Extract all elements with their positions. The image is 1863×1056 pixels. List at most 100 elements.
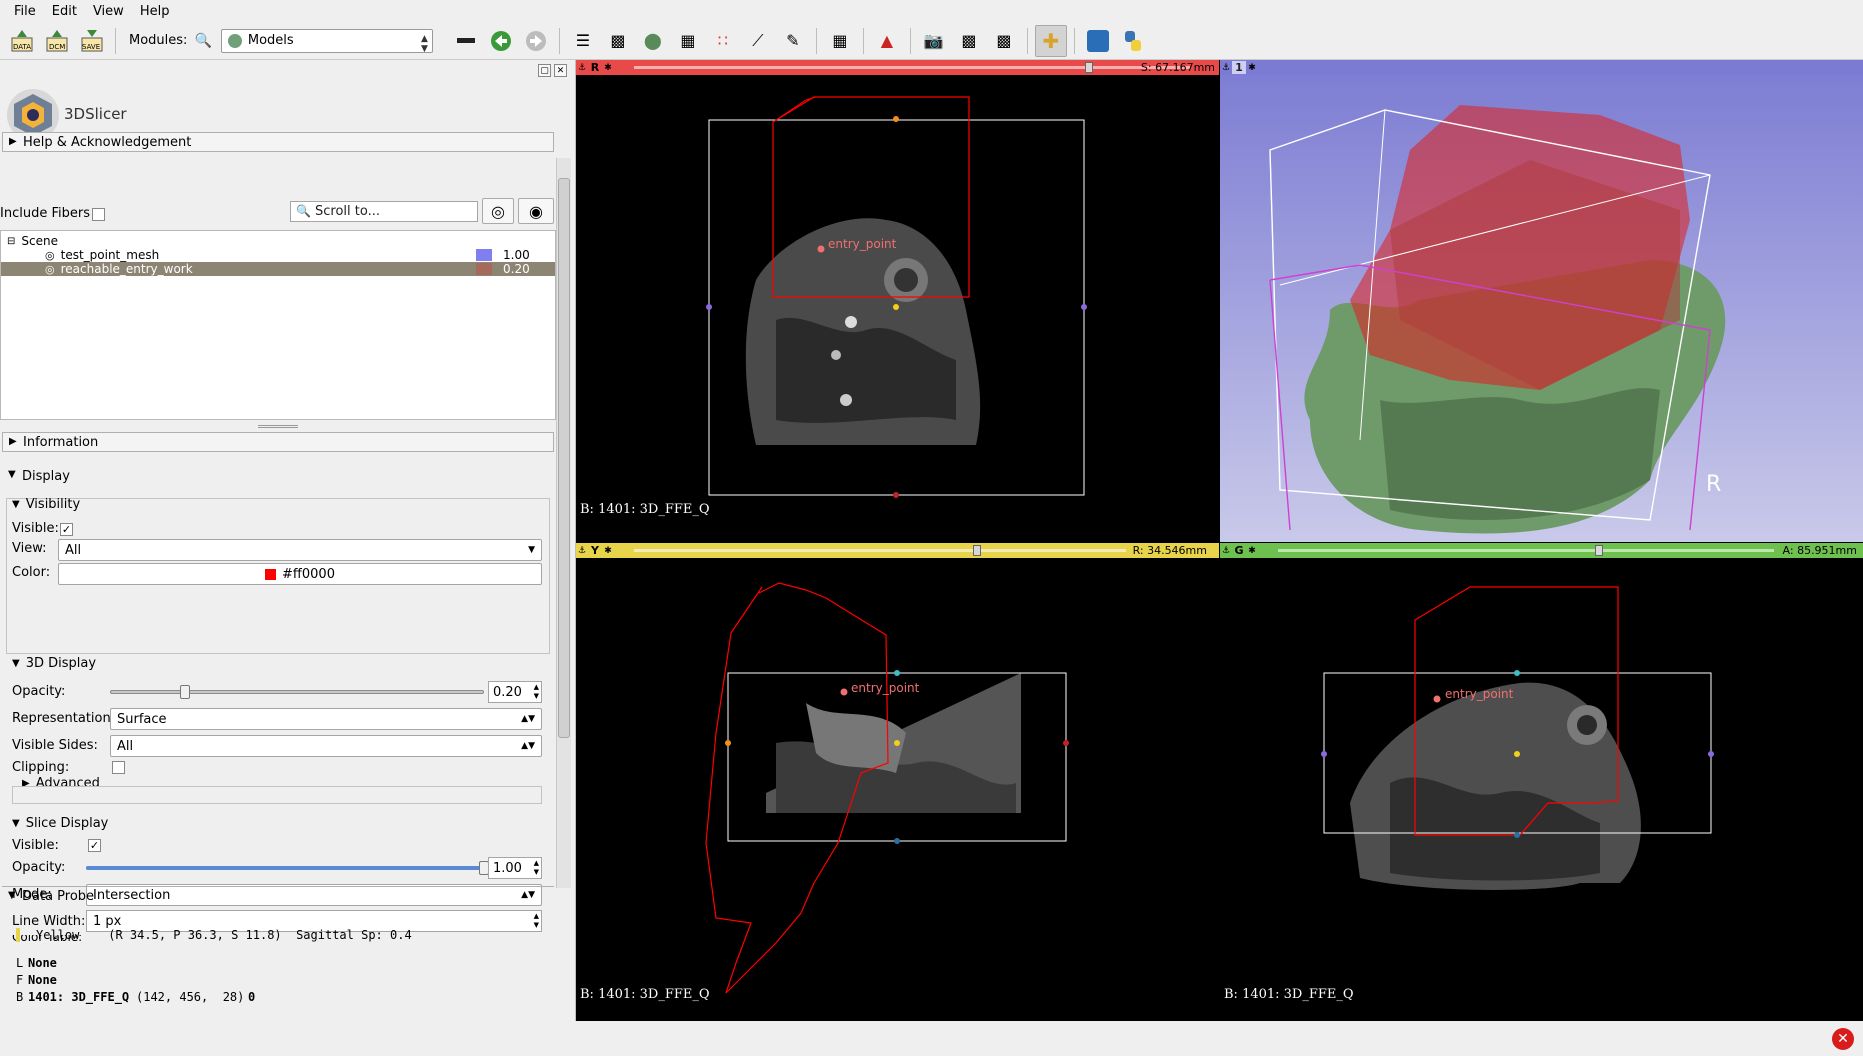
- slice-display-group-header[interactable]: ▼ Slice Display: [12, 816, 108, 831]
- help-acknowledgement-section[interactable]: ▶ Help & Acknowledgement: [2, 132, 554, 152]
- opacity-slider[interactable]: [110, 690, 484, 694]
- transforms-module-button[interactable]: ▦: [672, 25, 704, 57]
- tree-row[interactable]: ◎ reachable_entry_work 0.20: [1, 262, 555, 276]
- model-color-swatch[interactable]: [476, 249, 492, 261]
- load-data-button[interactable]: DATA: [6, 25, 38, 57]
- opacity-label: Opacity:: [12, 684, 66, 699]
- display-section[interactable]: ▼ Display: [2, 466, 554, 486]
- visible-sides-selector[interactable]: All ▲▼: [110, 735, 542, 757]
- screenshot-button[interactable]: 📷: [918, 25, 950, 57]
- scene-view-button[interactable]: ▩: [953, 25, 985, 57]
- slice-visible-checkbox[interactable]: ✓: [88, 839, 101, 852]
- display3d-group-header[interactable]: ▼ 3D Display: [12, 656, 96, 671]
- clipping-checkbox[interactable]: [112, 761, 125, 774]
- editor-module-button[interactable]: ✎: [777, 25, 809, 57]
- section-title: Display: [22, 468, 70, 484]
- model-opacity[interactable]: 1.00: [503, 248, 530, 262]
- red-slice-render: [706, 96, 1087, 498]
- float-icon[interactable]: ▢: [538, 64, 551, 77]
- advanced-group-frame: [12, 786, 542, 804]
- information-section[interactable]: ▶ Information: [2, 432, 554, 452]
- model-opacity[interactable]: 0.20: [503, 262, 530, 276]
- splitter-handle[interactable]: [258, 425, 298, 428]
- clipping-label: Clipping:: [12, 760, 70, 775]
- load-dicom-button[interactable]: DCM: [41, 25, 73, 57]
- crosshair-button[interactable]: ▲: [871, 25, 903, 57]
- segment-module-button[interactable]: ⟋: [742, 25, 774, 57]
- model-visibility-icon[interactable]: ◎: [45, 263, 55, 276]
- close-icon[interactable]: ✕: [554, 64, 567, 77]
- menu-file[interactable]: File: [6, 2, 44, 21]
- green-slice-view[interactable]: ⚓ G ✱ A: 85.951mm entry_point B: 1401: 3…: [1220, 543, 1863, 1021]
- collapse-icon: ▼: [12, 658, 20, 669]
- visible-checkbox[interactable]: ✓: [60, 523, 73, 536]
- volumes-module-button[interactable]: ▩: [602, 25, 634, 57]
- representation-selector[interactable]: Surface ▲▼: [110, 708, 542, 730]
- forward-button[interactable]: [520, 25, 552, 57]
- collapse-icon: ▼: [12, 499, 20, 510]
- transform-icon: ▦: [680, 31, 696, 50]
- group-title: 3D Display: [25, 656, 97, 671]
- save-button[interactable]: SAVE: [76, 25, 108, 57]
- entry-point-label[interactable]: entry_point: [828, 237, 896, 251]
- visibility-toggle-button[interactable]: ◉: [518, 198, 554, 224]
- tree-row[interactable]: ◎ test_point_mesh 1.00: [1, 248, 555, 262]
- scrollbar-thumb[interactable]: [558, 178, 570, 738]
- color-value: #ff0000: [282, 566, 335, 582]
- probe-yellow-marker: [16, 928, 20, 942]
- layout-button[interactable]: ▦: [824, 25, 856, 57]
- tree-row[interactable]: ⊟ Scene: [1, 234, 555, 248]
- panel-scrollbar[interactable]: [556, 158, 571, 888]
- data-probe-section[interactable]: ▼ Data Probe: [2, 886, 554, 906]
- line-width-label: Line Width:: [12, 914, 86, 929]
- view-label: View:: [12, 541, 47, 556]
- chevron-updown-icon: ▲▼: [420, 33, 428, 54]
- extension-icon: [1086, 29, 1109, 52]
- view-selector[interactable]: All ▼: [58, 539, 542, 561]
- python-icon: [1124, 30, 1141, 51]
- opacity-slider-handle[interactable]: [179, 685, 190, 699]
- module-panel: ▢ ✕ 3DSlicer ▶ Help & Acknowledgement In…: [0, 60, 576, 1056]
- back-button[interactable]: [485, 25, 517, 57]
- models-module-button[interactable]: ⬤: [637, 25, 669, 57]
- chevron-updown-icon: ▲▼: [521, 741, 535, 751]
- chevron-down-icon: ▼: [528, 545, 535, 555]
- module-selector[interactable]: Models ▲ ▼: [220, 28, 433, 54]
- restore-view-button[interactable]: ▩: [988, 25, 1020, 57]
- menu-view[interactable]: View: [85, 2, 132, 21]
- opacity-spinbox[interactable]: 0.20 ▲ ▼: [488, 681, 542, 703]
- collapse-icon: ▼: [8, 469, 16, 480]
- place-fiducial-button[interactable]: ✚: [1034, 24, 1067, 57]
- toolbar-separator: [862, 27, 864, 54]
- model-name: test_point_mesh: [60, 248, 160, 262]
- slice-opacity-spinbox[interactable]: 1.00 ▲ ▼: [488, 857, 542, 879]
- show-hidden-button[interactable]: ◎: [482, 198, 514, 224]
- entry-point-label[interactable]: entry_point: [1445, 687, 1513, 701]
- entry-point-label[interactable]: entry_point: [851, 681, 919, 695]
- python-console-button[interactable]: [1117, 25, 1149, 57]
- scene-tree[interactable]: ⊟ Scene ◎ test_point_mesh 1.00 ◎ reachab…: [0, 230, 556, 420]
- visible-sides-label: Visible Sides:: [12, 738, 98, 753]
- include-fibers-checkbox[interactable]: [92, 208, 105, 221]
- markups-module-button[interactable]: ∷: [707, 25, 739, 57]
- spin-arrows-icon: ▲ ▼: [533, 859, 539, 876]
- red-slice-view[interactable]: ⚓ R ✱ S: 67.167mm entry_point B: 1401: 3…: [576, 60, 1219, 542]
- 3d-view[interactable]: ⚓ 1 ✱ R: [1220, 60, 1863, 542]
- menu-help[interactable]: Help: [132, 2, 178, 21]
- model-visibility-icon[interactable]: ◎: [45, 249, 55, 262]
- module-search-icon[interactable]: 🔍: [194, 33, 211, 49]
- green-slice-render: [1321, 586, 1714, 890]
- arrow-left-icon: [490, 30, 511, 51]
- model-color-swatch[interactable]: [476, 263, 492, 275]
- expand-icon: ▶: [9, 436, 17, 447]
- yellow-slice-view[interactable]: ⚓ Y ✱ R: 34.546mm entry_point B: 1401: 3…: [576, 543, 1219, 1021]
- visibility-group-header[interactable]: ▼ Visibility: [12, 497, 80, 512]
- scroll-to-search[interactable]: 🔍 Scroll to...: [290, 201, 478, 222]
- extension-manager-button[interactable]: [1082, 25, 1114, 57]
- color-picker[interactable]: #ff0000: [58, 563, 542, 585]
- error-log-icon[interactable]: ✕: [1832, 1028, 1854, 1050]
- arrow-right-icon: [525, 30, 546, 51]
- module-history-button[interactable]: [450, 25, 482, 57]
- menu-edit[interactable]: Edit: [44, 2, 85, 21]
- data-module-button[interactable]: ☰: [567, 25, 599, 57]
